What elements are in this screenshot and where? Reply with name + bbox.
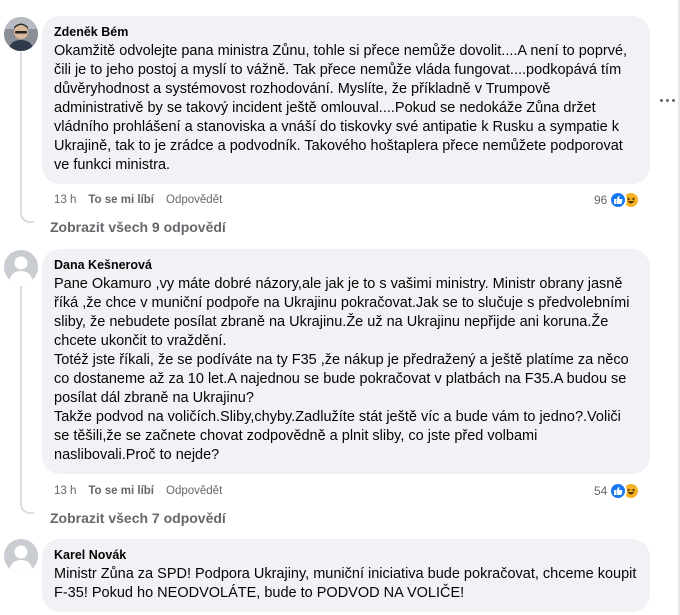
reply-button[interactable]: Odpovědět bbox=[166, 485, 222, 497]
reaction-count: 54 bbox=[594, 484, 608, 498]
reply-button[interactable]: Odpovědět bbox=[166, 194, 222, 206]
comment-author[interactable]: Karel Novák bbox=[54, 547, 638, 563]
comment-actions: 13 h To se mi líbí Odpovědět bbox=[54, 192, 234, 208]
comment-paragraph: Ministr Zůna za SPD! Podpora Ukrajiny, m… bbox=[54, 566, 637, 601]
reaction-summary[interactable]: 54 bbox=[594, 481, 641, 501]
default-avatar-icon[interactable] bbox=[4, 250, 38, 284]
like-button[interactable]: To se mi líbí bbox=[88, 485, 154, 497]
comment-actions: 13 h To se mi líbí Odpovědět bbox=[54, 483, 234, 499]
default-avatar-icon[interactable] bbox=[4, 539, 38, 573]
reaction-count: 96 bbox=[594, 193, 608, 207]
comment-bubble: Dana Kešnerová Pane Okamuro ,vy máte dob… bbox=[42, 249, 650, 474]
view-replies-link[interactable]: Zobrazit všech 7 odpovědí bbox=[50, 509, 226, 527]
comment-text: Ministr Zůna za SPD! Podpora Ukrajiny, m… bbox=[54, 565, 638, 603]
comment-time[interactable]: 13 h bbox=[54, 485, 76, 497]
thread-line bbox=[20, 286, 22, 503]
more-options-icon[interactable] bbox=[660, 93, 678, 107]
comment-bubble: Zdeněk Bém Okamžitě odvolejte pana minis… bbox=[42, 16, 650, 184]
thread-line bbox=[20, 52, 22, 212]
comment-text: Pane Okamuro ,vy máte dobré názory,ale j… bbox=[54, 275, 638, 465]
comment-author[interactable]: Dana Kešnerová bbox=[54, 257, 638, 273]
thread-connector bbox=[20, 502, 34, 514]
comment-paragraph: Takže podvod na voličích.Sliby,chyby.Zad… bbox=[54, 409, 621, 463]
comment-time[interactable]: 13 h bbox=[54, 194, 76, 206]
like-button[interactable]: To se mi líbí bbox=[88, 194, 154, 206]
avatar[interactable] bbox=[4, 17, 38, 51]
comment-text: Okamžitě odvolejte pana ministra Zůnu, t… bbox=[54, 42, 638, 175]
thread-connector bbox=[20, 211, 34, 223]
comment-bubble: Karel Novák Ministr Zůna za SPD! Podpora… bbox=[42, 539, 650, 612]
comment-paragraph: Totéž jste říkali, že se podíváte na ty … bbox=[54, 352, 629, 406]
reaction-summary[interactable]: 96 bbox=[594, 190, 641, 210]
comment-paragraph: Pane Okamuro ,vy máte dobré názory,ale j… bbox=[54, 276, 630, 349]
view-replies-link[interactable]: Zobrazit všech 9 odpovědí bbox=[50, 218, 226, 236]
comment-author[interactable]: Zdeněk Bém bbox=[54, 24, 638, 40]
comment-paragraph: Okamžitě odvolejte pana ministra Zůnu, t… bbox=[54, 43, 628, 173]
